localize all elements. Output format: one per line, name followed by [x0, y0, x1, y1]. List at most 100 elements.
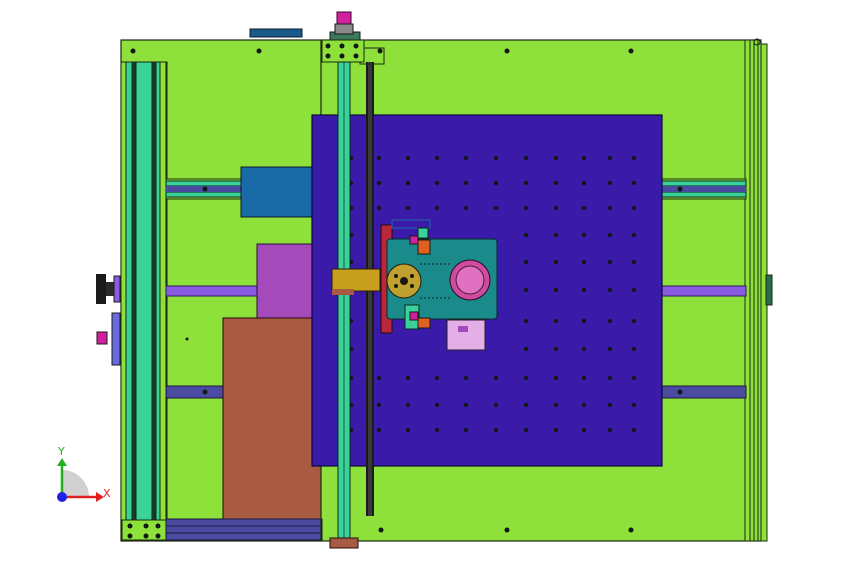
table-hole [463, 155, 469, 161]
gantry-top-block[interactable] [321, 39, 365, 63]
table-hole [581, 375, 587, 381]
table-hole [493, 205, 499, 211]
table-hole [523, 259, 529, 265]
table-hole [493, 402, 499, 408]
table-hole [607, 232, 613, 238]
table-hole [581, 402, 587, 408]
table-hole [434, 205, 440, 211]
table-hole [607, 402, 613, 408]
carriage-block-magenta[interactable] [256, 243, 318, 321]
lower-guide-rail-left[interactable] [165, 385, 225, 399]
table-hole [523, 205, 529, 211]
carriage-block-blue[interactable] [240, 166, 317, 218]
lower-guide-rail-right[interactable] [661, 385, 747, 399]
table-hole [376, 427, 382, 433]
table-hole [405, 427, 411, 433]
table-hole [463, 427, 469, 433]
table-hole [631, 180, 637, 186]
triad-y-label: Y [57, 445, 65, 458]
top-bracket-left[interactable] [249, 28, 303, 38]
lead-screw-right[interactable] [661, 285, 747, 297]
axis-triad: X Y [57, 445, 111, 502]
table-hole [493, 375, 499, 381]
table-hole [581, 427, 587, 433]
table-hole [631, 402, 637, 408]
table-hole [553, 346, 559, 352]
table-hole [607, 180, 613, 186]
table-hole [405, 155, 411, 161]
table-hole [434, 427, 440, 433]
triad-x-label: X [103, 487, 111, 500]
table-hole [631, 427, 637, 433]
table-hole [376, 155, 382, 161]
table-hole [463, 375, 469, 381]
table-hole [607, 205, 613, 211]
carriage-block-brown[interactable] [222, 317, 322, 521]
cad-graphics-viewport[interactable]: X Y [0, 0, 867, 562]
table-hole [434, 402, 440, 408]
table-hole [376, 180, 382, 186]
table-hole [434, 155, 440, 161]
table-hole [523, 427, 529, 433]
table-hole [553, 155, 559, 161]
table-hole [523, 232, 529, 238]
table-hole [376, 375, 382, 381]
table-hole [553, 402, 559, 408]
left-sensor-block[interactable] [111, 312, 121, 366]
assembly-top-view[interactable]: X Y [0, 0, 867, 562]
table-hole [581, 205, 587, 211]
pink-bracket[interactable] [446, 319, 486, 351]
table-hole [463, 402, 469, 408]
table-hole [523, 346, 529, 352]
table-hole [553, 232, 559, 238]
table-hole [405, 205, 411, 211]
table-hole [523, 155, 529, 161]
table-hole [631, 155, 637, 161]
lead-screw-left[interactable] [165, 285, 259, 297]
table-hole [581, 259, 587, 265]
table-hole [581, 287, 587, 293]
table-hole [434, 375, 440, 381]
table-hole [523, 180, 529, 186]
table-hole [553, 318, 559, 324]
right-frame-rail[interactable] [744, 39, 762, 542]
table-hole [581, 318, 587, 324]
table-hole [607, 155, 613, 161]
table-hole [463, 205, 469, 211]
table-hole [376, 205, 382, 211]
table-hole [434, 180, 440, 186]
table-hole [631, 232, 637, 238]
table-hole [493, 427, 499, 433]
table-hole [523, 375, 529, 381]
table-hole [553, 259, 559, 265]
table-hole [631, 318, 637, 324]
left-rail-2[interactable] [135, 61, 153, 521]
table-hole [463, 180, 469, 186]
bottom-rail-left[interactable] [165, 518, 323, 541]
table-hole [631, 287, 637, 293]
table-hole [581, 346, 587, 352]
table-hole [607, 427, 613, 433]
table-hole [523, 402, 529, 408]
table-hole [631, 205, 637, 211]
table-hole [631, 346, 637, 352]
table-hole [607, 259, 613, 265]
table-hole [553, 287, 559, 293]
table-hole [581, 232, 587, 238]
table-hole [581, 180, 587, 186]
tan-clamp-block[interactable] [331, 268, 381, 292]
table-hole [493, 180, 499, 186]
table-hole [581, 155, 587, 161]
table-hole [405, 402, 411, 408]
gantry-bottom-foot[interactable] [329, 537, 359, 549]
left-handwheel[interactable] [96, 274, 106, 304]
right-end-stop[interactable] [765, 274, 773, 306]
table-hole [631, 259, 637, 265]
table-hole [405, 180, 411, 186]
table-hole [553, 375, 559, 381]
table-hole [553, 180, 559, 186]
table-hole [607, 318, 613, 324]
left-rail-1[interactable] [125, 61, 133, 521]
table-hole [607, 287, 613, 293]
table-hole [405, 375, 411, 381]
